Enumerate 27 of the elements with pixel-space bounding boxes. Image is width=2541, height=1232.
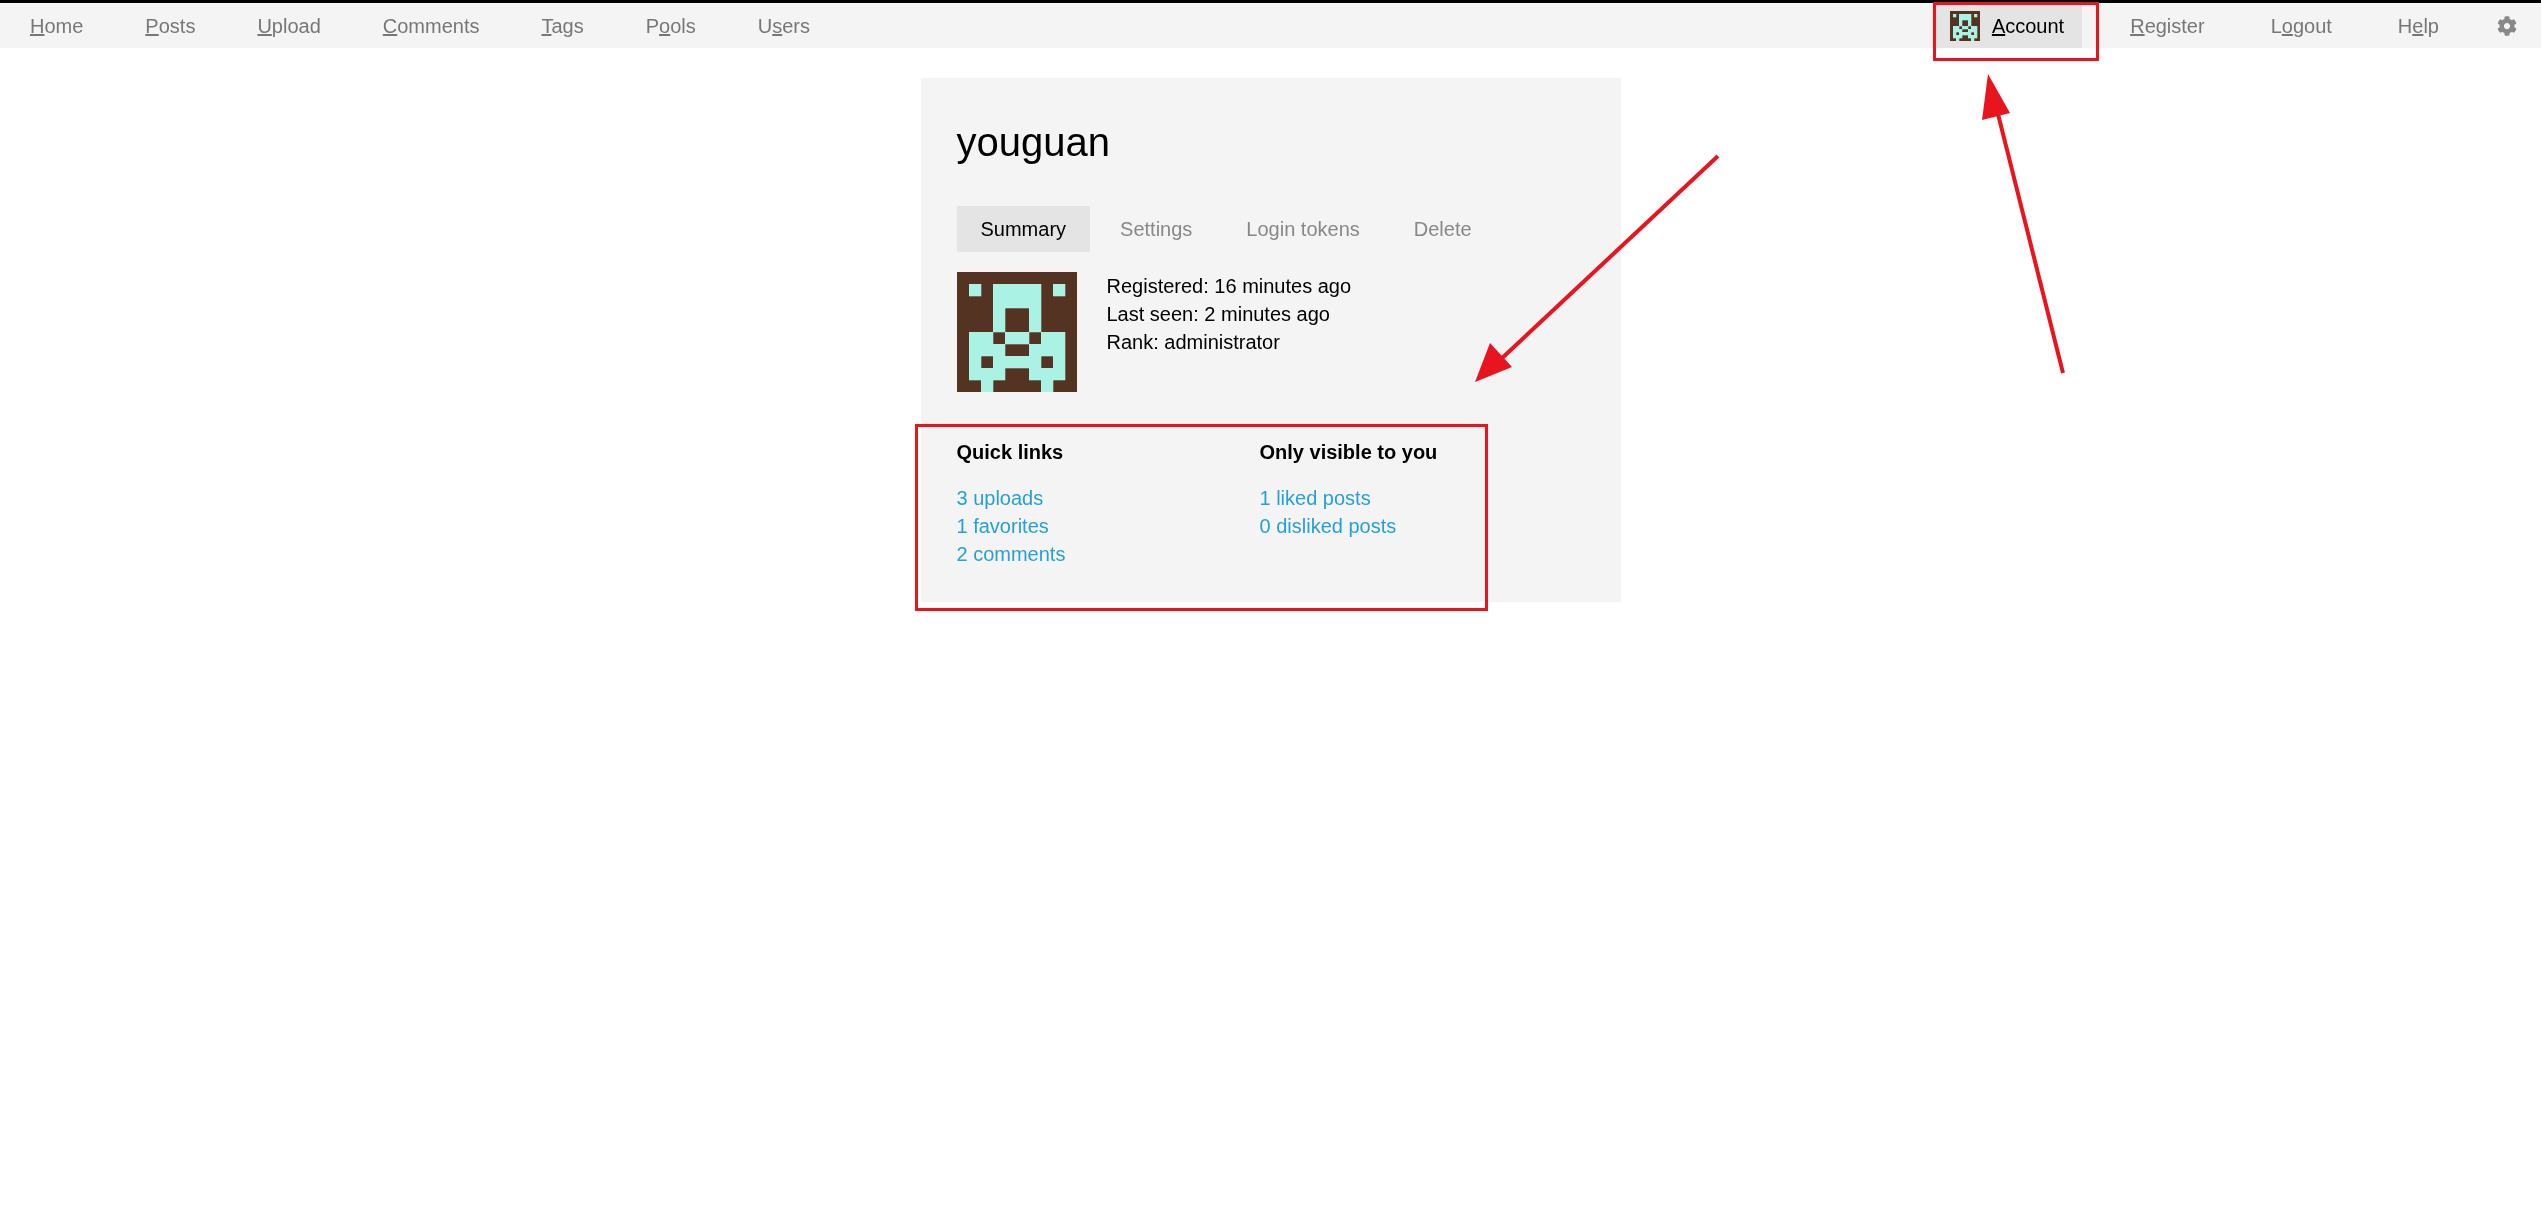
user-detail: Rank: administrator xyxy=(1106,330,1281,355)
profile-link[interactable]: 1 liked posts xyxy=(1259,484,1371,512)
nav-link[interactable]: Pools xyxy=(627,3,714,48)
user-detail: Registered: 16 minutes ago xyxy=(1106,274,1352,299)
nav-link[interactable]: Tags xyxy=(523,3,602,48)
user-detail: Last seen: 2 minutes ago xyxy=(1106,302,1331,327)
nav-link[interactable]: Upload xyxy=(239,3,339,48)
avatar-icon xyxy=(956,272,1077,392)
profile-link[interactable]: 2 comments xyxy=(956,540,1066,568)
nav-link[interactable]: Users xyxy=(739,3,829,48)
user-name: youguan xyxy=(956,119,1111,166)
profile-link[interactable]: 3 uploads xyxy=(956,484,1044,512)
profile-tab[interactable]: Summary xyxy=(956,206,1091,252)
section-heading: Quick links xyxy=(956,440,1065,465)
nav-link[interactable]: Comments xyxy=(364,3,498,48)
nav-link[interactable]: Account xyxy=(1931,3,2083,48)
nav-link[interactable]: Logout xyxy=(2252,3,2350,48)
profile-link[interactable]: 1 favorites xyxy=(956,512,1049,540)
nav-link[interactable]: Register xyxy=(2112,3,2223,48)
section-heading: Only visible to you xyxy=(1259,440,1439,465)
profile-tab[interactable]: Delete xyxy=(1389,206,1496,252)
nav-link[interactable]: Help xyxy=(2379,3,2457,48)
nav-link[interactable]: Home xyxy=(12,3,102,48)
profile-tab[interactable]: Login tokens xyxy=(1222,206,1384,252)
profile-tab[interactable]: Settings xyxy=(1096,206,1217,252)
profile-link[interactable]: 0 disliked posts xyxy=(1259,512,1397,540)
nav-link[interactable]: Posts xyxy=(127,3,214,48)
